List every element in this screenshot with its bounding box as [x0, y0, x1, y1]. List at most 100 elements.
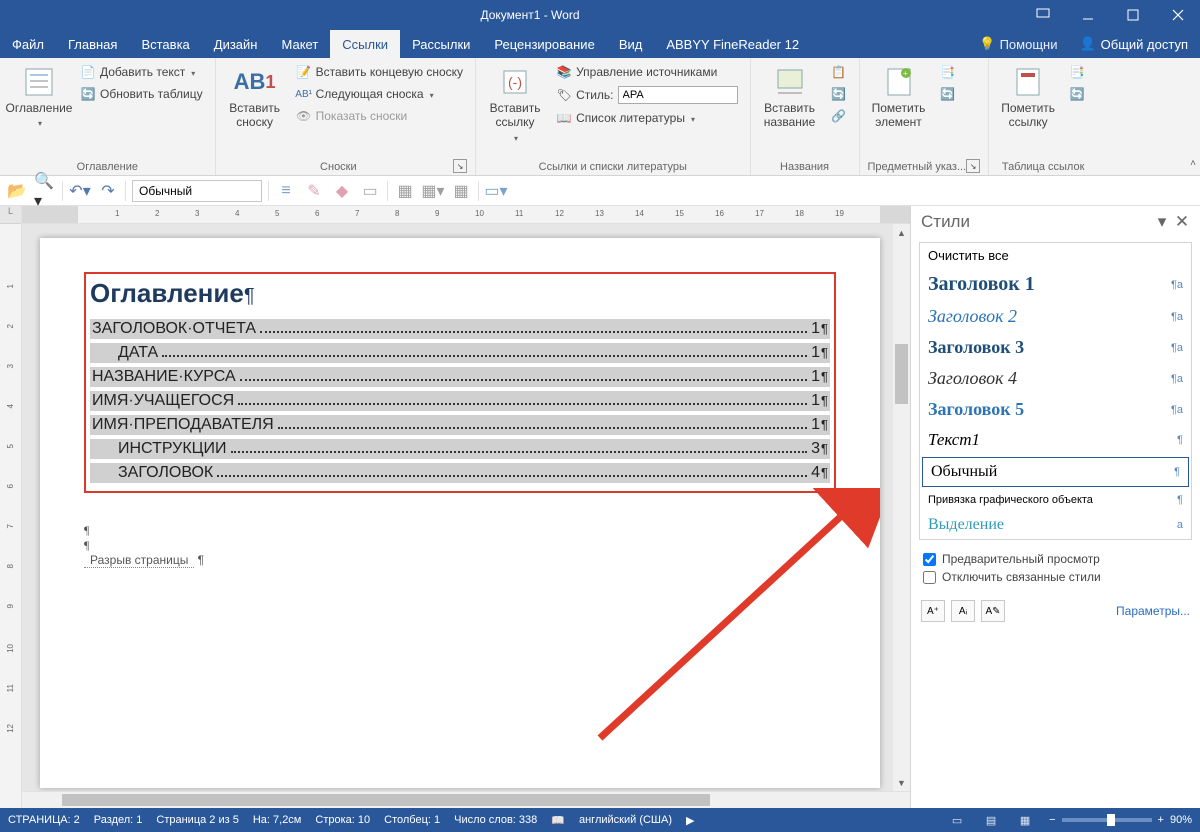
style-heading-4[interactable]: Заголовок 4¶a [920, 363, 1191, 394]
zoom-out-button[interactable]: − [1049, 814, 1055, 826]
style-selection[interactable]: Выделениеa [920, 511, 1191, 539]
share-button[interactable]: 👤Общий доступ [1067, 30, 1200, 58]
style-normal[interactable]: Обычный¶ [922, 457, 1189, 487]
mark-index-button[interactable]: + Пометить элемент [868, 62, 930, 134]
status-at[interactable]: На: 7,2см [253, 814, 302, 826]
document-area[interactable]: Оглавление ЗАГОЛОВОК·ОТЧЕТА1ДАТА1НАЗВАНИ… [22, 224, 910, 791]
tab-view[interactable]: Вид [607, 30, 655, 58]
manage-styles-button[interactable]: A✎ [981, 600, 1005, 622]
status-col[interactable]: Столбец: 1 [384, 814, 440, 826]
add-text-button[interactable]: 📄Добавить текст [76, 62, 207, 82]
zoom-value[interactable]: 90% [1170, 814, 1192, 826]
qat-btn-4[interactable]: ▭ [359, 180, 381, 202]
undo-button[interactable]: ↶▾ [69, 180, 91, 202]
collapse-ribbon-icon[interactable]: ˄ [1190, 158, 1196, 169]
show-notes-button[interactable]: 👁Показать сноски [292, 106, 467, 126]
style-combo[interactable] [132, 180, 262, 202]
qat-open-icon[interactable]: 📂 [6, 180, 28, 202]
tab-design[interactable]: Дизайн [202, 30, 270, 58]
citation-style-select[interactable] [618, 86, 738, 104]
redo-button[interactable]: ↷ [97, 180, 119, 202]
horizontal-scrollbar[interactable] [22, 791, 910, 808]
window-title: Документ1 - Word [40, 8, 1020, 22]
status-lang[interactable]: английский (США) [579, 814, 672, 826]
mark-citation-button[interactable]: Пометить ссылку [997, 62, 1059, 134]
vertical-ruler[interactable]: L 123456789101112 [0, 206, 22, 808]
style-options-link[interactable]: Параметры... [1116, 604, 1190, 618]
caption-opt1[interactable]: 📋 [827, 62, 851, 82]
qat-btn-8[interactable]: ▭▾ [485, 180, 507, 202]
insert-citation-button[interactable]: (-) Вставить ссылку [484, 62, 546, 148]
style-text1[interactable]: Текст1¶ [920, 425, 1191, 455]
toc-entry: ИМЯ·УЧАЩЕГОСЯ1 [90, 391, 830, 411]
index-dialog-launcher[interactable]: ↘ [966, 159, 980, 173]
tab-review[interactable]: Рецензирование [482, 30, 606, 58]
linked-checkbox[interactable]: Отключить связанные стили [923, 570, 1188, 584]
update-toc-button[interactable]: 🔄Обновить таблицу [76, 84, 207, 104]
tab-abbyy[interactable]: ABBYY FineReader 12 [654, 30, 811, 58]
maximize-button[interactable] [1110, 0, 1155, 30]
manage-sources-button[interactable]: 📚Управление источниками [552, 62, 741, 82]
style-icon: 🏷 [556, 87, 572, 103]
status-page[interactable]: СТРАНИЦА: 2 [8, 814, 80, 826]
status-line[interactable]: Строка: 10 [315, 814, 370, 826]
tab-home[interactable]: Главная [56, 30, 129, 58]
view-web-icon[interactable]: ▦ [1015, 811, 1035, 829]
index-opt2[interactable]: 🔄 [936, 84, 960, 104]
qat-find-icon[interactable]: 🔍▾ [34, 180, 56, 202]
caption-opt3[interactable]: 🔗 [827, 106, 851, 126]
qat-btn-5[interactable]: ▦ [394, 180, 416, 202]
qat-btn-3[interactable]: ◆ [331, 180, 353, 202]
preview-checkbox[interactable]: Предварительный просмотр [923, 552, 1188, 566]
status-macro-icon[interactable]: ▶ [686, 814, 694, 827]
qat-btn-7[interactable]: ▦ [450, 180, 472, 202]
zoom-in-button[interactable]: + [1158, 814, 1164, 826]
tab-file[interactable]: Файл [0, 30, 56, 58]
style-clear-all[interactable]: Очистить все [920, 243, 1191, 268]
toc-entry: ИМЯ·ПРЕПОДАВАТЕЛЯ1 [90, 415, 830, 435]
toc-button[interactable]: Оглавление [8, 62, 70, 134]
style-anchor[interactable]: Привязка графического объекта¶ [920, 489, 1191, 511]
footnotes-dialog-launcher[interactable]: ↘ [453, 159, 467, 173]
status-bar: СТРАНИЦА: 2 Раздел: 1 Страница 2 из 5 На… [0, 808, 1200, 832]
qat-btn-2[interactable]: ✎ [303, 180, 325, 202]
style-heading-5[interactable]: Заголовок 5¶a [920, 394, 1191, 425]
tab-references[interactable]: Ссылки [330, 30, 400, 58]
toc-entry: ИНСТРУКЦИИ3 [90, 439, 830, 459]
index-opt1[interactable]: 📑 [936, 62, 960, 82]
new-style-button[interactable]: A⁺ [921, 600, 945, 622]
status-section[interactable]: Раздел: 1 [94, 814, 143, 826]
toa-opt1[interactable]: 📑 [1065, 62, 1089, 82]
qat-btn-1[interactable]: ≡ [275, 180, 297, 202]
toa-opt2[interactable]: 🔄 [1065, 84, 1089, 104]
pane-close-icon[interactable]: ✕ [1174, 214, 1190, 230]
insert-caption-button[interactable]: Вставить название [759, 62, 821, 134]
next-footnote-button[interactable]: AB¹Следующая сноска [292, 84, 467, 104]
insert-footnote-button[interactable]: AB1 Вставить сноску [224, 62, 286, 134]
status-words[interactable]: Число слов: 338 [454, 814, 537, 826]
ribbon-options-icon[interactable] [1020, 0, 1065, 30]
style-heading-1[interactable]: Заголовок 1¶a [920, 268, 1191, 301]
close-button[interactable] [1155, 0, 1200, 30]
qat-btn-6[interactable]: ▦▾ [422, 180, 444, 202]
tell-me[interactable]: 💡Помощни [969, 30, 1067, 58]
status-page-of[interactable]: Страница 2 из 5 [156, 814, 238, 826]
view-read-icon[interactable]: ▭ [947, 811, 967, 829]
tab-mailings[interactable]: Рассылки [400, 30, 482, 58]
zoom-slider[interactable] [1062, 818, 1152, 822]
horizontal-ruler[interactable]: 12345678910111213141516171819 [22, 206, 910, 224]
insert-endnote-button[interactable]: 📝Вставить концевую сноску [292, 62, 467, 82]
tab-layout[interactable]: Макет [269, 30, 330, 58]
style-heading-2[interactable]: Заголовок 2¶a [920, 301, 1191, 332]
style-heading-3[interactable]: Заголовок 3¶a [920, 332, 1191, 363]
view-print-icon[interactable]: ▤ [981, 811, 1001, 829]
style-inspector-button[interactable]: Aᵢ [951, 600, 975, 622]
svg-text:(-): (-) [508, 74, 522, 90]
bibliography-button[interactable]: 📖Список литературы [552, 108, 741, 128]
status-proofing-icon[interactable]: 📖 [551, 814, 565, 827]
tab-insert[interactable]: Вставка [129, 30, 201, 58]
minimize-button[interactable] [1065, 0, 1110, 30]
vertical-scrollbar[interactable]: ▲▼ [893, 224, 910, 791]
pane-options-icon[interactable]: ▾ [1154, 214, 1170, 230]
caption-opt2[interactable]: 🔄 [827, 84, 851, 104]
